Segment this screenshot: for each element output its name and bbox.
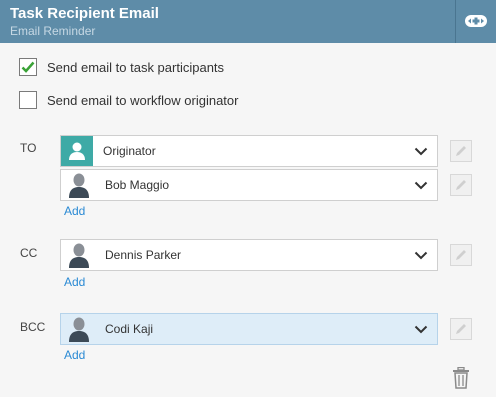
chevron-down-icon[interactable]: [409, 325, 433, 334]
checkmark-icon: [21, 61, 35, 73]
originator-icon: [61, 136, 93, 166]
edit-button[interactable]: [450, 318, 472, 340]
recipient-name: Codi Kaji: [105, 322, 154, 336]
bcc-add-link[interactable]: Add: [64, 348, 85, 362]
user-icon: [63, 240, 95, 270]
chevron-down-icon[interactable]: [409, 147, 433, 156]
expand-icon: [465, 15, 487, 27]
to-recipient-originator[interactable]: Originator: [60, 135, 438, 167]
pencil-icon: [456, 180, 466, 190]
user-icon: [63, 170, 95, 200]
header-divider: [455, 0, 456, 43]
workflow-originator-label: Send email to workflow originator: [47, 92, 239, 108]
bcc-recipient-codi-kaji[interactable]: Codi Kaji: [60, 313, 438, 345]
recipient-name: Bob Maggio: [105, 178, 170, 192]
edit-button[interactable]: [450, 174, 472, 196]
cc-label: CC: [20, 246, 38, 260]
panel-header: Task Recipient Email Email Reminder: [0, 0, 496, 43]
option-task-participants[interactable]: Send email to task participants: [19, 57, 224, 77]
task-participants-label: Send email to task participants: [47, 59, 225, 75]
panel-title: Task Recipient Email: [10, 5, 159, 22]
chevron-down-icon[interactable]: [409, 251, 433, 260]
expand-button[interactable]: [462, 10, 490, 32]
pencil-icon: [456, 250, 466, 260]
delete-button[interactable]: [450, 366, 472, 390]
cc-recipient-dennis-parker[interactable]: Dennis Parker: [60, 239, 438, 271]
cc-add-link[interactable]: Add: [64, 275, 85, 289]
trash-icon: [453, 367, 469, 389]
task-participants-checkbox[interactable]: [19, 58, 37, 76]
edit-button[interactable]: [450, 140, 472, 162]
pencil-icon: [456, 146, 466, 156]
chevron-down-icon[interactable]: [409, 181, 433, 190]
workflow-originator-checkbox[interactable]: [19, 91, 37, 109]
recipient-name: Dennis Parker: [105, 248, 182, 262]
user-icon: [63, 314, 95, 344]
bcc-label: BCC: [20, 320, 46, 334]
pencil-icon: [456, 324, 466, 334]
to-add-link[interactable]: Add: [64, 204, 85, 218]
recipient-name: Originator: [103, 144, 156, 158]
panel-subtitle: Email Reminder: [10, 24, 96, 38]
to-recipient-bob-maggio[interactable]: Bob Maggio: [60, 169, 438, 201]
edit-button[interactable]: [450, 244, 472, 266]
to-label: TO: [20, 141, 37, 155]
option-workflow-originator[interactable]: Send email to workflow originator: [19, 90, 238, 110]
